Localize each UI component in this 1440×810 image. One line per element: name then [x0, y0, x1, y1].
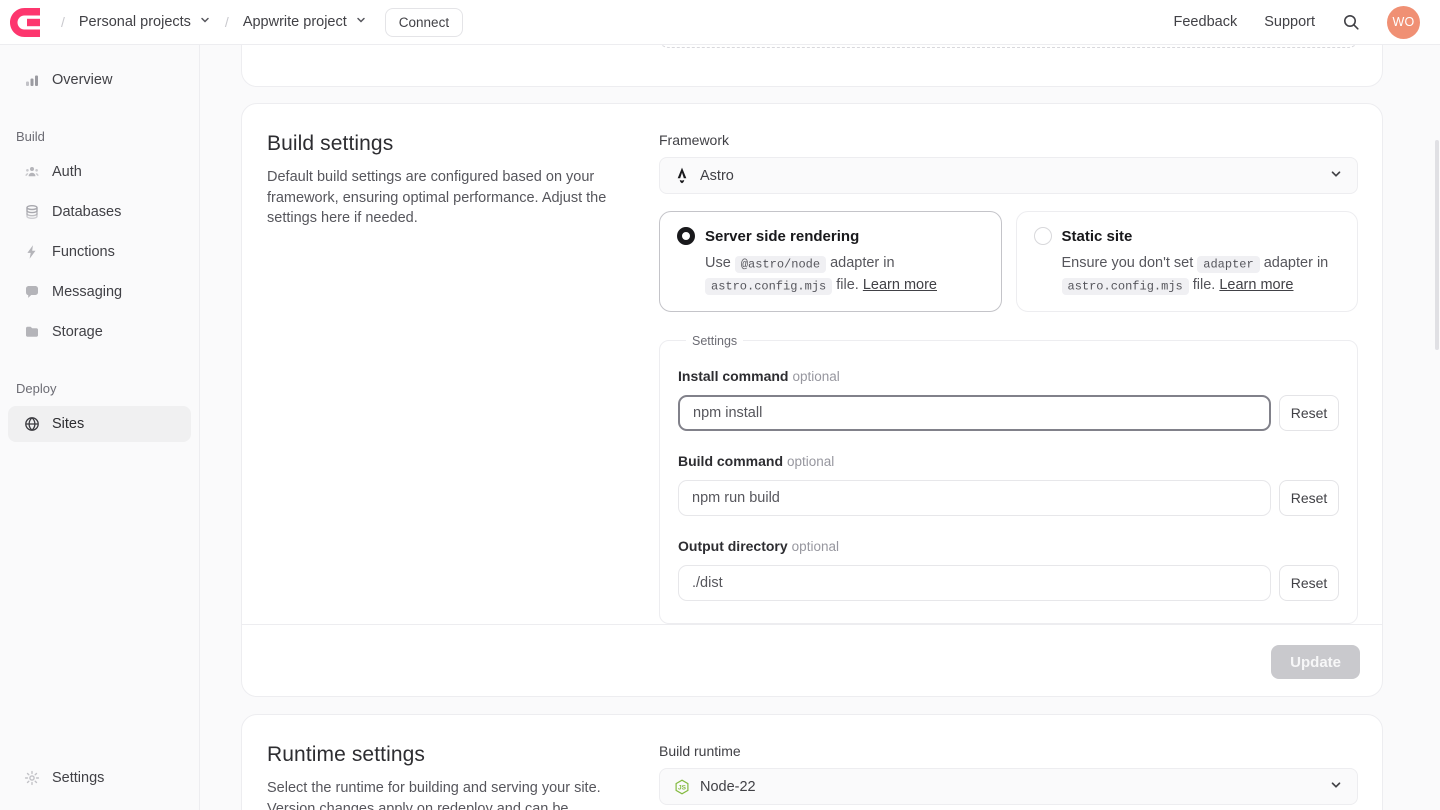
build-settings-card: Build settings Default build settings ar… — [241, 103, 1383, 697]
sidebar-section-deploy: Deploy — [8, 381, 191, 396]
chevron-down-icon — [1329, 778, 1343, 795]
code-chip: @astro/node — [735, 256, 826, 273]
optional-hint: optional — [792, 369, 839, 384]
sidebar-item-auth[interactable]: Auth — [8, 154, 191, 190]
sidebar-item-label: Settings — [52, 770, 104, 786]
sidebar-item-functions[interactable]: Functions — [8, 234, 191, 270]
code-chip: astro.config.mjs — [705, 278, 832, 295]
build-runtime-select[interactable]: JS Node-22 — [659, 768, 1358, 805]
learn-more-link[interactable]: Learn more — [1219, 277, 1293, 293]
gear-icon — [24, 770, 40, 786]
radio-selected-icon[interactable] — [677, 227, 695, 245]
appwrite-console: / Personal projects / Appwrite project C… — [0, 0, 1440, 810]
appwrite-logo-icon[interactable] — [10, 8, 47, 37]
sidebar-item-label: Auth — [52, 164, 82, 180]
support-link[interactable]: Support — [1264, 14, 1315, 30]
nodejs-icon: JS — [674, 779, 690, 795]
build-command-reset-button[interactable]: Reset — [1279, 480, 1339, 516]
org-name: Personal projects — [79, 14, 191, 30]
breadcrumb-separator: / — [225, 14, 229, 30]
sidebar-item-label: Overview — [52, 72, 112, 88]
runtime-settings-title: Runtime settings — [267, 743, 627, 767]
install-command-label: Install command — [678, 368, 788, 384]
chat-bubble-icon — [24, 284, 40, 300]
sidebar-item-label: Databases — [52, 204, 121, 220]
option-title: Static site — [1062, 228, 1133, 245]
runtime-settings-description: Select the runtime for building and serv… — [267, 778, 627, 810]
connect-button[interactable]: Connect — [385, 8, 463, 37]
option-description: Ensure you don't set adapter adapter in … — [1062, 252, 1342, 297]
bar-chart-icon — [24, 72, 40, 88]
update-button[interactable]: Update — [1271, 645, 1360, 679]
runtime-settings-card: Runtime settings Select the runtime for … — [241, 714, 1383, 810]
output-directory-reset-button[interactable]: Reset — [1279, 565, 1339, 601]
option-title: Server side rendering — [705, 228, 859, 245]
framework-label: Framework — [659, 132, 1358, 148]
build-settings-footer: Update — [242, 624, 1382, 700]
settings-fieldset: Settings Install command optional Reset B… — [659, 334, 1358, 624]
install-command-reset-button[interactable]: Reset — [1279, 395, 1339, 431]
build-command-field: Build command optional Reset — [678, 453, 1339, 516]
optional-hint: optional — [792, 539, 839, 554]
chevron-down-icon — [199, 14, 211, 30]
build-command-label: Build command — [678, 453, 783, 469]
framework-select[interactable]: Astro — [659, 157, 1358, 194]
framework-value: Astro — [700, 168, 1319, 184]
search-icon[interactable] — [1342, 13, 1360, 31]
sidebar-item-databases[interactable]: Databases — [8, 194, 191, 230]
user-avatar[interactable]: WO — [1387, 6, 1420, 39]
radio-unselected-icon[interactable] — [1034, 227, 1052, 245]
feedback-link[interactable]: Feedback — [1174, 14, 1238, 30]
dropzone-remnant — [657, 45, 1360, 48]
build-command-input[interactable] — [678, 480, 1271, 516]
project-name: Appwrite project — [243, 14, 347, 30]
sidebar-item-overview[interactable]: Overview — [8, 62, 191, 98]
database-icon — [24, 204, 40, 220]
chevron-down-icon — [1329, 167, 1343, 184]
sidebar-item-label: Messaging — [52, 284, 122, 300]
learn-more-link[interactable]: Learn more — [863, 277, 937, 293]
sidebar-item-messaging[interactable]: Messaging — [8, 274, 191, 310]
install-command-field: Install command optional Reset — [678, 368, 1339, 431]
breadcrumb-project-selector[interactable]: Appwrite project — [243, 14, 367, 30]
sidebar-item-storage[interactable]: Storage — [8, 314, 191, 350]
chevron-down-icon — [355, 14, 367, 30]
globe-icon — [24, 416, 40, 432]
code-chip: adapter — [1197, 256, 1259, 273]
breadcrumb-separator: / — [61, 14, 65, 30]
main-content: Build settings Default build settings ar… — [200, 45, 1440, 810]
sidebar-item-label: Storage — [52, 324, 103, 340]
build-runtime-value: Node-22 — [700, 779, 1319, 795]
lightning-icon — [24, 244, 40, 260]
output-directory-field: Output directory optional Reset — [678, 538, 1339, 601]
output-directory-label: Output directory — [678, 538, 788, 554]
option-server-side-rendering[interactable]: Server side rendering Use @astro/node ad… — [659, 211, 1002, 312]
output-directory-input[interactable] — [678, 565, 1271, 601]
sidebar-item-sites[interactable]: Sites — [8, 406, 191, 442]
sidebar-item-label: Sites — [52, 416, 84, 432]
sidebar-section-build: Build — [8, 129, 191, 144]
optional-hint: optional — [787, 454, 834, 469]
scrollbar-thumb[interactable] — [1435, 140, 1439, 350]
settings-fieldset-legend: Settings — [686, 334, 743, 348]
build-settings-title: Build settings — [267, 132, 627, 156]
sidebar-item-settings[interactable]: Settings — [8, 760, 191, 796]
sidebar: Overview Build Auth Databases Functions — [0, 45, 200, 810]
topbar: / Personal projects / Appwrite project C… — [0, 0, 1440, 45]
sidebar-item-label: Functions — [52, 244, 115, 260]
users-icon — [24, 164, 40, 180]
code-chip: astro.config.mjs — [1062, 278, 1189, 295]
breadcrumb-org-selector[interactable]: Personal projects — [79, 14, 211, 30]
build-settings-description: Default build settings are configured ba… — [267, 167, 627, 229]
build-runtime-label: Build runtime — [659, 743, 1358, 759]
astro-icon — [674, 167, 690, 184]
option-description: Use @astro/node adapter in astro.config.… — [705, 252, 985, 297]
install-command-input[interactable] — [678, 395, 1271, 431]
previous-card-remnant — [241, 45, 1383, 87]
svg-text:JS: JS — [678, 784, 687, 791]
option-static-site[interactable]: Static site Ensure you don't set adapter… — [1016, 211, 1359, 312]
folder-icon — [24, 324, 40, 340]
